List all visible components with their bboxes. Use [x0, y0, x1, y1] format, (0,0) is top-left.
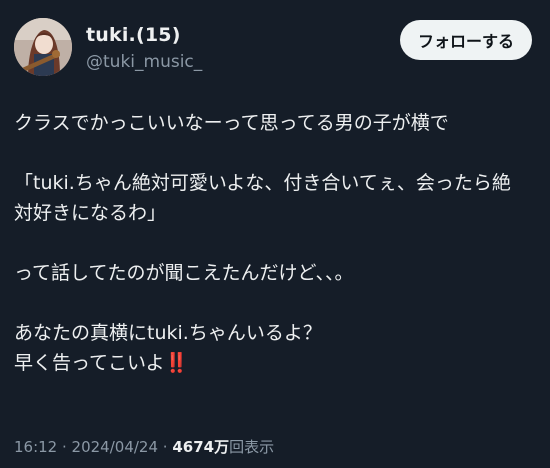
meta-separator: · — [57, 438, 72, 456]
follow-button[interactable]: フォローする — [399, 20, 532, 60]
post-line: 「tuki.ちゃん絶対可愛いよな、付き合いてぇ、会ったら絶 — [14, 172, 511, 194]
post-line: あなたの真横にtuki.ちゃんいるよ？ — [14, 322, 322, 344]
post-line-text: 早く告ってこいよ — [14, 352, 165, 374]
post-line: って話してたのが聞こえたんだけど、、。 — [14, 262, 354, 284]
view-count: 4674万 — [172, 438, 230, 456]
view-count-label: 回表示 — [229, 438, 275, 456]
post-date[interactable]: 2024/04/24 — [72, 438, 158, 456]
post-page: tuki.(15) @tuki_music_ フォローする クラスでかっこいいな… — [0, 0, 550, 468]
meta-separator: · — [158, 438, 173, 456]
post-meta: 16:12 · 2024/04/24 · 4674万回表示 — [14, 436, 274, 457]
post-line: 対好きになるわ」 — [14, 202, 167, 224]
post-header: tuki.(15) @tuki_music_ フォローする — [14, 14, 536, 80]
post-text: クラスでかっこいいなーって思ってる男の子が横で 「tuki.ちゃん絶対可愛いよな… — [14, 108, 536, 378]
user-handle[interactable]: @tuki_music_ — [86, 52, 202, 72]
display-name[interactable]: tuki.(15) — [86, 24, 202, 46]
post-line-last: 早く告ってこいよ‼️ — [14, 348, 536, 378]
avatar-image — [14, 18, 72, 76]
double-exclamation-icon: ‼️ — [164, 352, 189, 374]
post-time[interactable]: 16:12 — [14, 438, 57, 456]
avatar[interactable] — [14, 18, 72, 76]
user-names: tuki.(15) @tuki_music_ — [86, 24, 202, 72]
post-line: クラスでかっこいいなーって思ってる男の子が横で — [14, 112, 449, 134]
